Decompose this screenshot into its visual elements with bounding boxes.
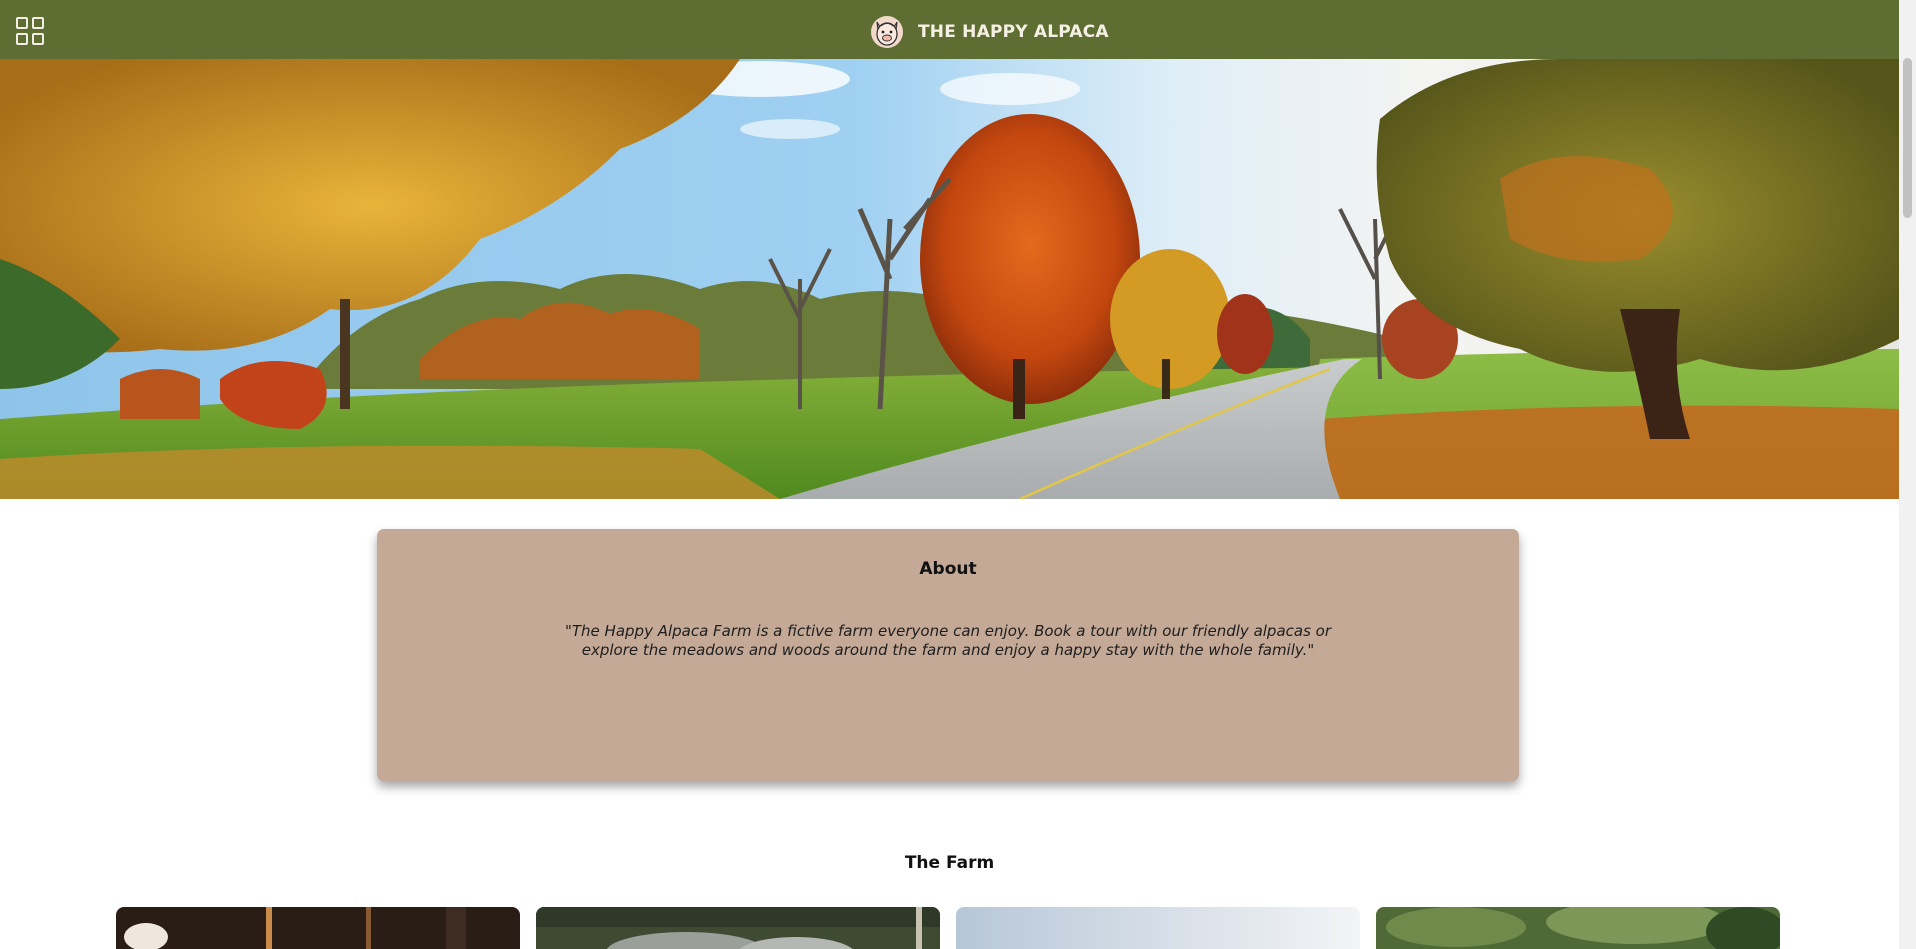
forest-photo	[1376, 907, 1780, 949]
farm-card[interactable]	[536, 907, 940, 949]
alpaca-logo-icon	[871, 16, 903, 48]
farm-card[interactable]	[1376, 907, 1780, 949]
about-card: About "The Happy Alpaca Farm is a fictiv…	[377, 529, 1519, 781]
autumn-road-landscape	[0, 59, 1899, 499]
sky-meadow-photo	[956, 907, 1360, 949]
page: THE HAPPY ALPACA About "The Happy Alpaca…	[0, 0, 1899, 949]
grid-menu-icon[interactable]	[16, 17, 46, 47]
hero-image	[0, 59, 1899, 499]
farm-card[interactable]	[956, 907, 1360, 949]
scrollbar-thumb[interactable]	[1903, 58, 1912, 218]
about-text: "The Happy Alpaca Farm is a fictive farm…	[564, 622, 1332, 659]
barn-interior-photo	[116, 907, 520, 949]
farm-cards	[0, 907, 1899, 949]
farm-section-title: The Farm	[904, 853, 995, 873]
brand[interactable]: THE HAPPY ALPACA	[870, 15, 1109, 49]
farm-card[interactable]	[116, 907, 520, 949]
stone-wall-photo	[536, 907, 940, 949]
top-navbar: THE HAPPY ALPACA	[0, 0, 1899, 59]
site-title: THE HAPPY ALPACA	[918, 22, 1109, 42]
page-scrollbar[interactable]	[1899, 0, 1916, 949]
about-title: About	[919, 559, 977, 579]
